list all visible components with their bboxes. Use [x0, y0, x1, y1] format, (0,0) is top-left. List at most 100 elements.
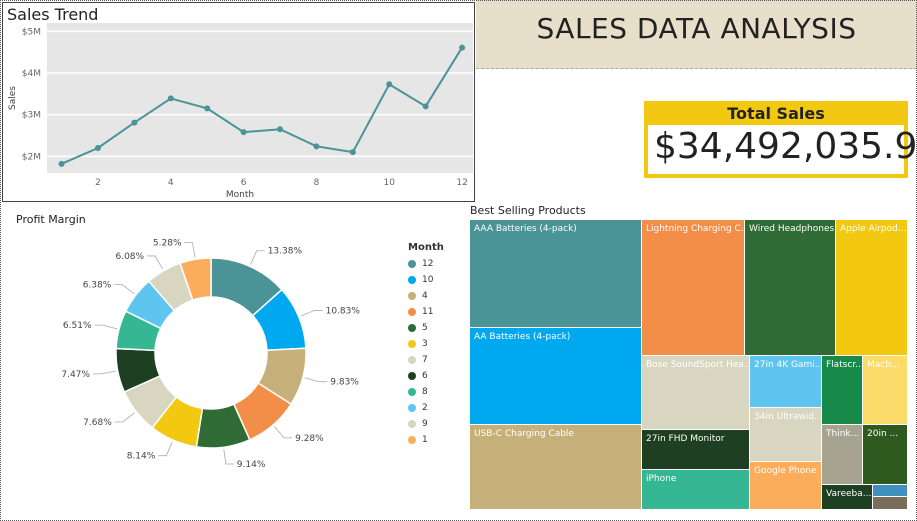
- legend-item[interactable]: 12: [408, 256, 444, 272]
- treemap-tile[interactable]: Apple Airpod...: [836, 220, 908, 356]
- x-axis-label: Month: [226, 190, 254, 200]
- treemap-tile-label: Lightning Charging C...: [646, 224, 745, 234]
- treemap-tile[interactable]: Vareeba...: [822, 485, 873, 510]
- legend-item[interactable]: 9: [408, 416, 444, 432]
- treemap-tile-label: Flatscr...: [826, 360, 863, 370]
- x-tick-label: 10: [384, 178, 396, 188]
- treemap-tile[interactable]: Lightning Charging C...: [642, 220, 745, 356]
- x-tick-label: 4: [168, 178, 174, 188]
- data-point: [386, 81, 393, 88]
- legend-label: 5: [422, 323, 428, 333]
- x-tick-label: 2: [95, 178, 101, 188]
- slice-label: 8.14%: [127, 452, 156, 462]
- legend-swatch: [408, 372, 416, 380]
- legend-label: 4: [422, 291, 428, 301]
- header-banner: SALES DATA ANALYSIS: [476, 0, 917, 69]
- sales-trend-chart[interactable]: Sales Trend $2M $3M $4M $5M 2 4 6 8 10 12 Month Sal…: [2, 2, 475, 202]
- legend-item[interactable]: 7: [408, 352, 444, 368]
- legend-swatch: [408, 404, 416, 412]
- leader-line: [114, 412, 135, 423]
- y-tick-label: $4M: [22, 69, 41, 79]
- legend-swatch: [408, 292, 416, 300]
- best-selling-products-treemap[interactable]: Best Selling Products AAA Batteries (4-p…: [468, 200, 908, 512]
- treemap-tile[interactable]: 20in ...: [863, 425, 908, 485]
- treemap-tile-label: Think...: [826, 429, 860, 439]
- data-point: [167, 95, 174, 102]
- profit-margin-chart[interactable]: Profit Margin 13.38% 10.83% 9.83% 9.28% 9.14…: [8, 208, 463, 508]
- slice-label: 6.08%: [115, 252, 144, 262]
- leader-line: [304, 377, 328, 383]
- y-tick-label: $2M: [22, 152, 41, 162]
- treemap-tile[interactable]: Bose SoundSport Hea...: [642, 356, 750, 430]
- x-tick-label: 8: [314, 178, 320, 188]
- treemap-tile-label: Bose SoundSport Hea...: [646, 360, 750, 370]
- slice-label: 9.28%: [295, 434, 324, 444]
- treemap-tile-label: 27in 4K Gami...: [754, 360, 822, 370]
- treemap-tile[interactable]: Flatscr...: [822, 356, 863, 425]
- treemap-tile[interactable]: 27in FHD Monitor: [642, 430, 750, 470]
- treemap-title: Best Selling Products: [470, 204, 586, 217]
- treemap-tile-label: iPhone: [646, 474, 677, 484]
- leader-line: [300, 310, 323, 317]
- legend-label: 11: [422, 307, 434, 317]
- treemap-tile-label: Google Phone: [754, 466, 817, 476]
- treemap-tile-label: AAA Batteries (4-pack): [474, 224, 577, 234]
- slice-label: 5.28%: [153, 239, 182, 249]
- x-tick-label: 6: [241, 178, 247, 188]
- legend-label: 10: [422, 275, 434, 285]
- treemap-tile[interactable]: [873, 497, 908, 510]
- legend-swatch: [408, 324, 416, 332]
- treemap-tile[interactable]: 27in 4K Gami...: [750, 356, 822, 408]
- treemap-tile[interactable]: 34in Ultrawid...: [750, 408, 822, 462]
- legend-item[interactable]: 5: [408, 320, 444, 336]
- plot-area: [47, 23, 473, 173]
- data-point: [204, 105, 211, 112]
- legend-label: 8: [422, 387, 428, 397]
- legend-label: 3: [422, 339, 428, 349]
- leader-line: [158, 441, 173, 457]
- slice-label: 10.83%: [326, 306, 361, 316]
- treemap-tile[interactable]: AA Batteries (4-pack): [470, 328, 642, 425]
- treemap-tile-label: 27in FHD Monitor: [646, 434, 725, 444]
- treemap-tile-label: 20in ...: [867, 429, 899, 439]
- data-point: [94, 145, 101, 151]
- treemap-tile-label: Macb...: [867, 360, 900, 370]
- treemap-tile-label: Vareeba...: [826, 489, 872, 499]
- legend-item[interactable]: 8: [408, 384, 444, 400]
- slice-label: 6.38%: [83, 281, 112, 291]
- total-sales-card[interactable]: Total Sales $34,492,035.97: [644, 101, 917, 178]
- total-sales-value: $34,492,035.97: [654, 126, 917, 167]
- sales-trend-plot: $2M $3M $4M $5M 2 4 6 8 10 12 Month Sales: [8, 23, 473, 200]
- legend-item[interactable]: 2: [408, 400, 444, 416]
- legend-item[interactable]: 1: [408, 432, 444, 448]
- treemap-tile[interactable]: iPhone: [642, 470, 750, 510]
- treemap-tile[interactable]: Think...: [822, 425, 863, 485]
- y-axis-label: Sales: [8, 86, 18, 110]
- treemap-tile[interactable]: [873, 485, 908, 497]
- legend-item[interactable]: 4: [408, 288, 444, 304]
- legend-item[interactable]: 10: [408, 272, 444, 288]
- treemap-tile[interactable]: AAA Batteries (4-pack): [470, 220, 642, 328]
- profit-margin-legend: Month 12 10 4 11 5 3 7 6 8 2 9 1: [408, 242, 444, 448]
- data-point: [422, 103, 429, 110]
- treemap-tile[interactable]: USB-C Charging Cable: [470, 425, 642, 510]
- leader-line: [114, 284, 135, 295]
- legend-swatch: [408, 260, 416, 268]
- leader-line: [147, 255, 163, 270]
- slice-label: 9.14%: [237, 460, 266, 470]
- treemap-tile[interactable]: Google Phone: [750, 462, 822, 510]
- legend-swatch: [408, 436, 416, 444]
- leader-line: [223, 449, 234, 465]
- slice-label: 7.68%: [83, 418, 112, 428]
- legend-item[interactable]: 11: [408, 304, 444, 320]
- legend-label: 6: [422, 371, 428, 381]
- slice-label: 9.83%: [330, 378, 359, 388]
- treemap-tile[interactable]: Macb...: [863, 356, 908, 425]
- legend-item[interactable]: 3: [408, 336, 444, 352]
- legend-label: 2: [422, 403, 428, 413]
- legend-label: 7: [422, 355, 428, 365]
- data-point: [131, 119, 138, 126]
- legend-item[interactable]: 6: [408, 368, 444, 384]
- treemap-tile[interactable]: Wired Headphones: [745, 220, 836, 356]
- data-point: [313, 143, 320, 150]
